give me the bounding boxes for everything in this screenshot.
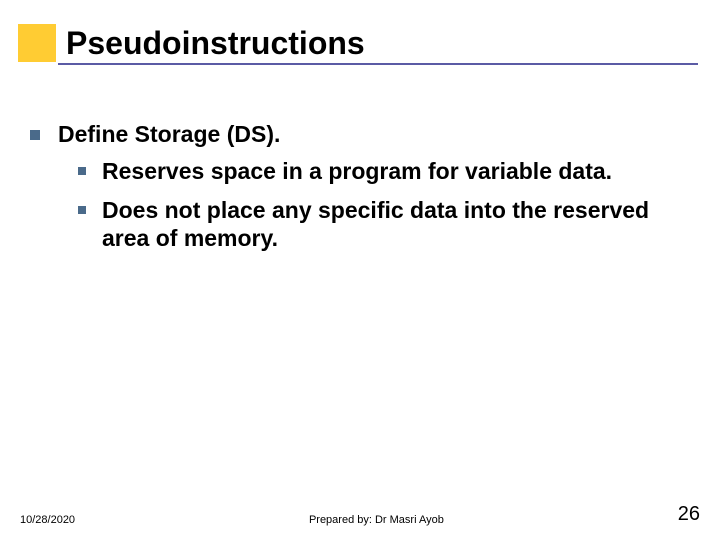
title-accent-square [18, 24, 56, 62]
footer-page-number: 26 [678, 503, 700, 526]
bullet-text: Reserves space in a program for variable… [102, 157, 612, 186]
sub-list: Reserves space in a program for variable… [78, 157, 696, 253]
bullet-text: Does not place any specific data into th… [102, 196, 696, 254]
title-area: Pseudoinstructions [18, 24, 351, 62]
slide-title: Pseudoinstructions [66, 25, 365, 62]
list-item: Reserves space in a program for variable… [78, 157, 696, 186]
list-item: Define Storage (DS). [30, 120, 696, 149]
footer: 10/28/2020 Prepared by: Dr Masri Ayob 26 [0, 503, 720, 526]
bullet-text: Define Storage (DS). [58, 120, 280, 149]
footer-author: Prepared by: Dr Masri Ayob [75, 514, 678, 526]
bullet-icon [78, 206, 86, 214]
bullet-icon [30, 130, 40, 140]
list-item: Does not place any specific data into th… [78, 196, 696, 254]
bullet-icon [78, 167, 86, 175]
footer-date: 10/28/2020 [20, 514, 75, 526]
title-underline [58, 63, 698, 65]
content-area: Define Storage (DS). Reserves space in a… [30, 120, 696, 263]
